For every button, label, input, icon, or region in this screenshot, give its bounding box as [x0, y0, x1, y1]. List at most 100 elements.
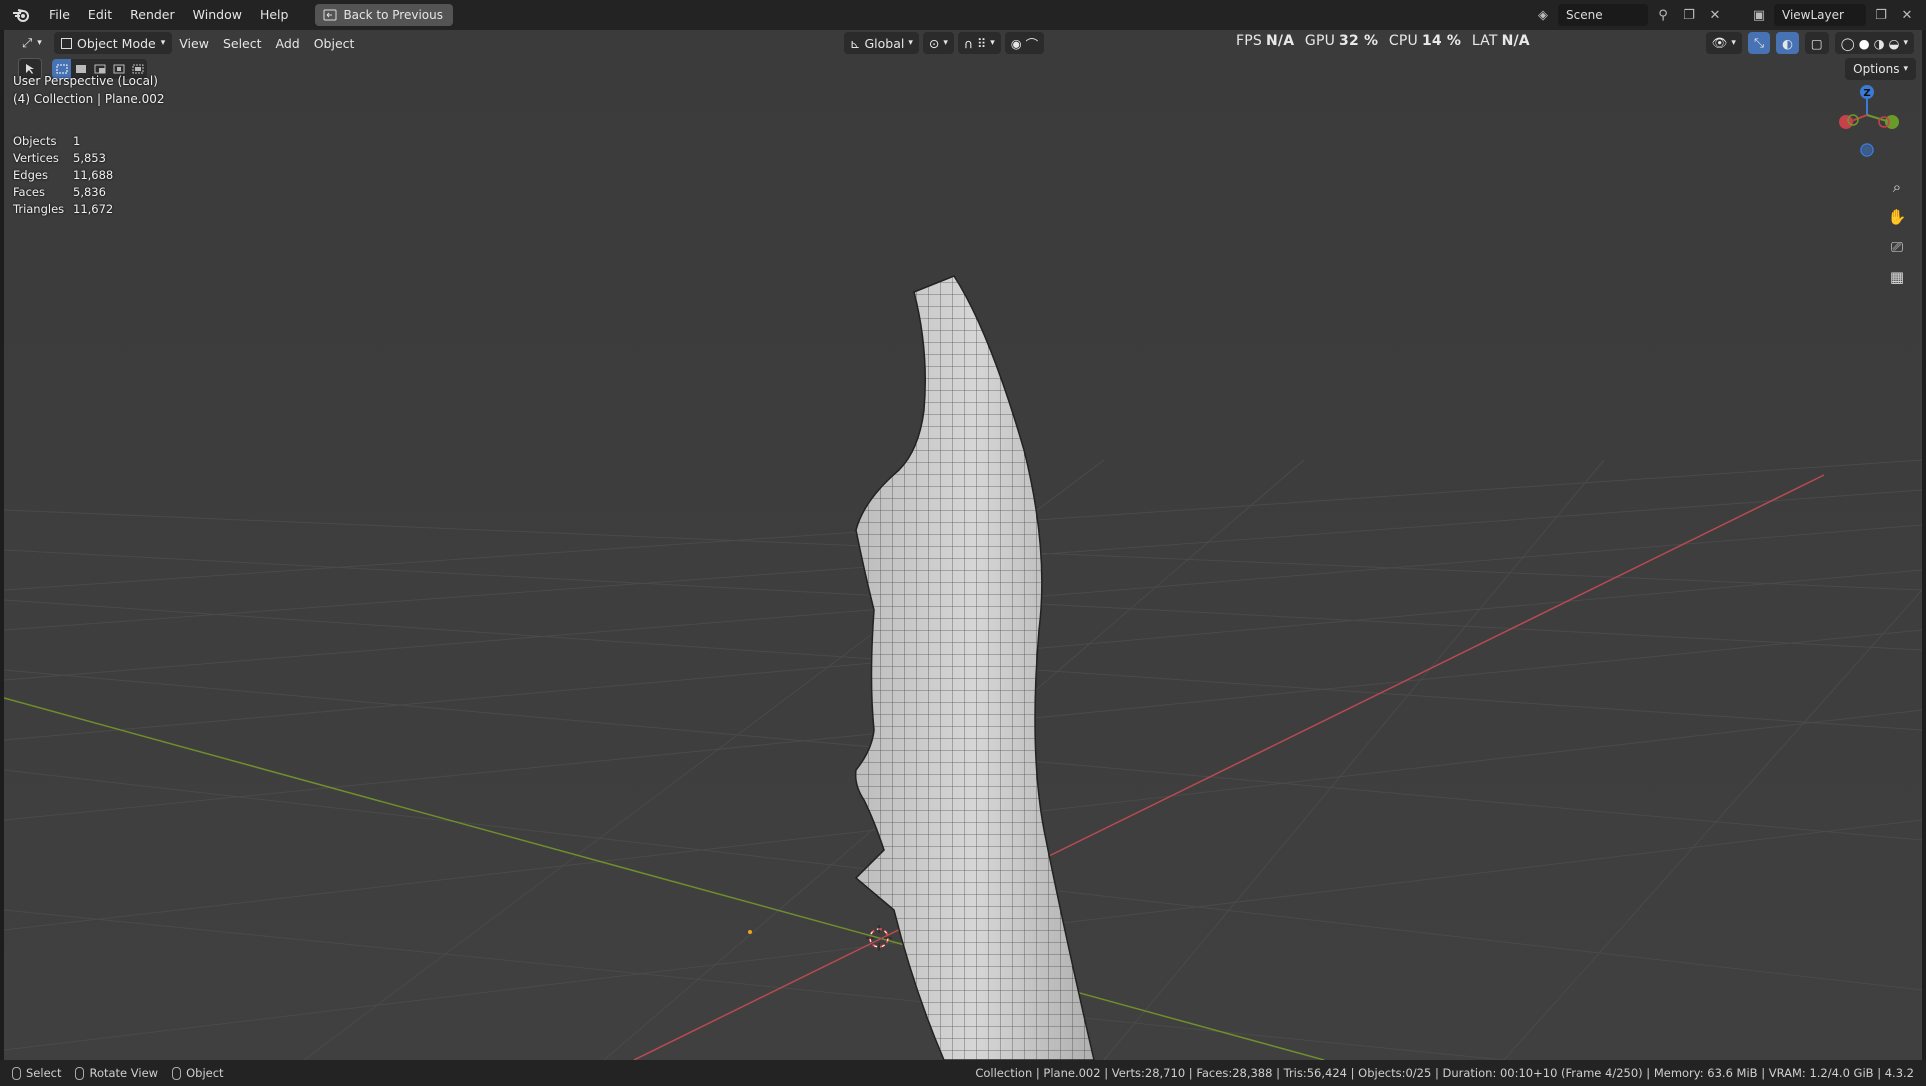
- stat-row: Faces 5,836: [13, 185, 113, 202]
- delete-scene-icon[interactable]: ✕: [1704, 4, 1726, 26]
- stat-value: 11,672: [73, 202, 114, 216]
- hint-rotate-view: Rotate View: [75, 1066, 158, 1080]
- menu-help[interactable]: Help: [251, 4, 298, 26]
- wireframe-shading-icon[interactable]: ◯: [1841, 36, 1855, 51]
- top-bar: File Edit Render Window Help Back to Pre…: [0, 0, 1926, 30]
- stat-row: Edges 11,688: [13, 168, 113, 185]
- mouse-right-icon: [172, 1066, 182, 1080]
- stat-label: Edges: [13, 168, 48, 182]
- magnet-icon: ∩: [963, 35, 974, 51]
- transform-tools: ⊾ Global ▾ ⊙ ▾ ∩ ⠿ ▾ ◉ ⌒: [844, 32, 1045, 54]
- cpu-label: CPU: [1388, 33, 1418, 49]
- scene-name: Scene: [1566, 8, 1603, 22]
- options-label: Options: [1853, 62, 1900, 76]
- proportional-icon: ◉: [1010, 35, 1022, 51]
- stat-label: Objects: [13, 134, 57, 148]
- overlay-toggle[interactable]: ◐: [1775, 32, 1799, 54]
- collection-line: (4) Collection | Plane.002: [13, 92, 165, 106]
- chevron-down-icon: ▾: [908, 38, 913, 48]
- object-mode-dropdown[interactable]: Object Mode ▾: [54, 32, 173, 54]
- axes-editor-icon: ⤢: [22, 35, 33, 50]
- pivot-icon: ⊙: [928, 35, 940, 51]
- menu-file[interactable]: File: [40, 4, 79, 26]
- menu-edit[interactable]: Edit: [79, 4, 121, 26]
- back-arrow-icon: [323, 9, 337, 21]
- perspective-grid-icon[interactable]: ▦: [1884, 265, 1910, 289]
- menu-select[interactable]: Select: [216, 32, 269, 54]
- navigation-gizmo[interactable]: Z: [1834, 80, 1904, 170]
- viewlayer-selector: ▣ ViewLayer ❐ ✕: [1748, 4, 1918, 26]
- snap-toggle[interactable]: ∩ ⠿ ▾: [957, 32, 1001, 54]
- transform-orientation-dropdown[interactable]: ⊾ Global ▾: [844, 32, 919, 54]
- lat-label: LAT: [1471, 33, 1498, 49]
- eye-icon: 👁: [1711, 35, 1728, 50]
- scene-browse-icon[interactable]: ◈: [1532, 4, 1554, 26]
- 3d-viewport[interactable]: ⤢ ▾ Object Mode ▾ View Select Add Object …: [4, 30, 1922, 1060]
- orientation-label: Global: [864, 35, 905, 51]
- new-scene-icon[interactable]: ❐: [1678, 4, 1700, 26]
- scene-statistics: Objects 1 Vertices 5,853 Edges 11,688 Faces…: [13, 134, 113, 219]
- stat-row: Triangles 11,672: [13, 202, 113, 219]
- new-viewlayer-icon[interactable]: ❐: [1870, 4, 1892, 26]
- pin-icon[interactable]: ⚲: [1652, 4, 1674, 26]
- menu-view[interactable]: View: [172, 32, 216, 54]
- hint-label: Select: [26, 1066, 62, 1080]
- solid-shading-icon[interactable]: ●: [1859, 36, 1870, 51]
- chevron-down-icon: ▾: [160, 38, 166, 48]
- back-button-label: Back to Previous: [343, 8, 443, 22]
- material-shading-icon[interactable]: ◑: [1874, 36, 1885, 51]
- visibility-dropdown[interactable]: 👁 ▾: [1705, 32, 1742, 54]
- zoom-icon[interactable]: ⌕: [1884, 175, 1910, 199]
- gizmo-z-label: Z: [1863, 88, 1870, 99]
- view-name: User Perspective (Local): [13, 74, 158, 88]
- shading-mode-group[interactable]: ◯ ● ◑ ◒ ▾: [1834, 32, 1914, 54]
- viewport-shading-tools: 👁 ▾ ⤡ ◐ ▢ ◯ ● ◑ ◒ ▾: [1705, 32, 1914, 54]
- lat-value: N/A: [1501, 33, 1530, 49]
- stat-row: Objects 1: [13, 134, 113, 151]
- fps-value: N/A: [1265, 33, 1295, 49]
- viewport-info-overlay: User Perspective (Local) (4) Collection …: [13, 72, 164, 108]
- orientation-icon: ⊾: [850, 35, 861, 51]
- menu-render[interactable]: Render: [121, 4, 184, 26]
- hint-label: Rotate View: [89, 1066, 159, 1080]
- xray-toggle[interactable]: ▢: [1804, 32, 1829, 54]
- chevron-down-icon: ▾: [1903, 64, 1908, 74]
- viewlayer-browse-icon[interactable]: ▣: [1748, 4, 1770, 26]
- scene-name-field[interactable]: Scene: [1558, 4, 1648, 26]
- performance-stats: FPS N/A GPU 32 % CPU 14 % LAT N/A: [1236, 33, 1536, 49]
- status-hints: Select Rotate View Object: [12, 1066, 224, 1080]
- snap-grid-icon: ⠿: [977, 35, 987, 51]
- falloff-icon: ⌒: [1025, 36, 1039, 52]
- viewport-header: ⤢ ▾ Object Mode ▾ View Select Add Object …: [4, 30, 1922, 56]
- rendered-shading-icon[interactable]: ◒: [1889, 36, 1900, 51]
- overlay-icon: ◐: [1781, 35, 1793, 51]
- menu-object[interactable]: Object: [307, 32, 362, 54]
- menu-add[interactable]: Add: [269, 32, 307, 54]
- mouse-left-icon: [12, 1066, 21, 1080]
- stat-value: 5,853: [73, 151, 106, 165]
- object-origin: [748, 930, 752, 934]
- camera-view-icon[interactable]: ⎚: [1884, 235, 1910, 259]
- mode-label: Object Mode: [77, 35, 156, 51]
- gpu-label: GPU: [1304, 33, 1336, 49]
- hint-object: Object: [172, 1066, 224, 1080]
- stat-value: 11,688: [73, 168, 114, 182]
- delete-viewlayer-icon[interactable]: ✕: [1896, 4, 1918, 26]
- gizmo-toggle[interactable]: ⤡: [1747, 32, 1770, 54]
- mouse-middle-icon: [75, 1066, 85, 1080]
- chevron-down-icon: ▾: [37, 38, 42, 48]
- editor-type-selector[interactable]: ⤢ ▾: [14, 32, 50, 54]
- blender-logo-icon[interactable]: [10, 4, 32, 26]
- stat-label: Vertices: [13, 151, 59, 165]
- stat-value: 1: [73, 134, 81, 148]
- pan-hand-icon[interactable]: ✋: [1884, 205, 1910, 229]
- options-dropdown[interactable]: Options ▾: [1845, 58, 1916, 80]
- back-to-previous-button[interactable]: Back to Previous: [315, 4, 453, 26]
- menu-window[interactable]: Window: [184, 4, 251, 26]
- viewlayer-name-field[interactable]: ViewLayer: [1774, 4, 1866, 26]
- cpu-value: 14 %: [1421, 33, 1462, 49]
- proportional-edit-toggle[interactable]: ◉ ⌒: [1004, 32, 1045, 54]
- viewport-scene: [4, 30, 1922, 1060]
- navigation-buttons: ⌕ ✋ ⎚ ▦: [1884, 175, 1910, 289]
- pivot-point-dropdown[interactable]: ⊙ ▾: [922, 32, 954, 54]
